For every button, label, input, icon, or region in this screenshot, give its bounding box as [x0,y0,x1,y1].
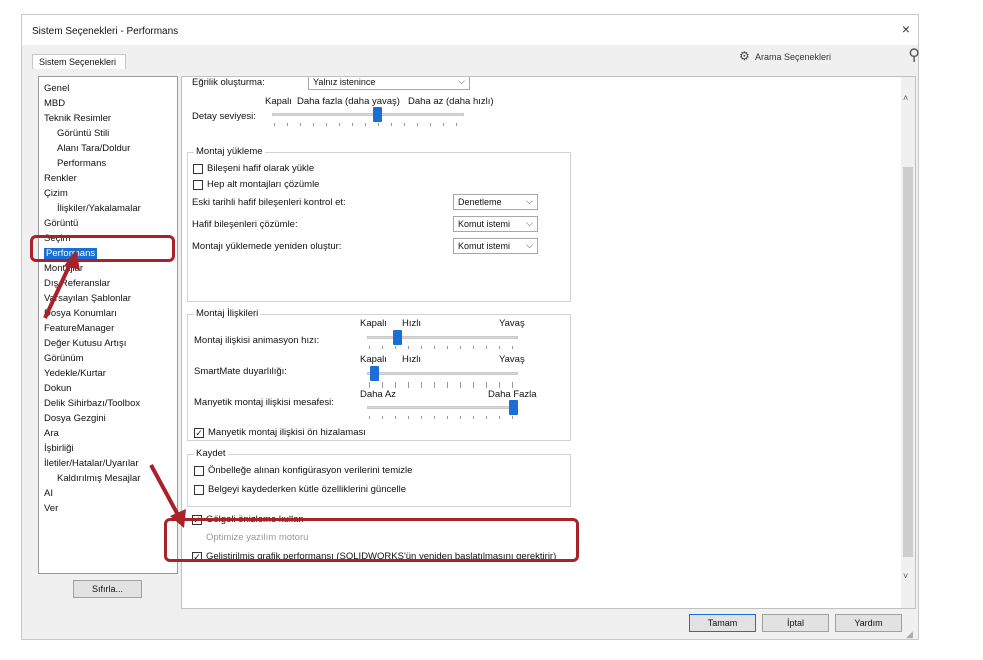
arrow-to-performance [43,250,80,319]
arrow-to-enhanced-graphics [149,464,186,528]
annotation-arrows [43,250,186,528]
